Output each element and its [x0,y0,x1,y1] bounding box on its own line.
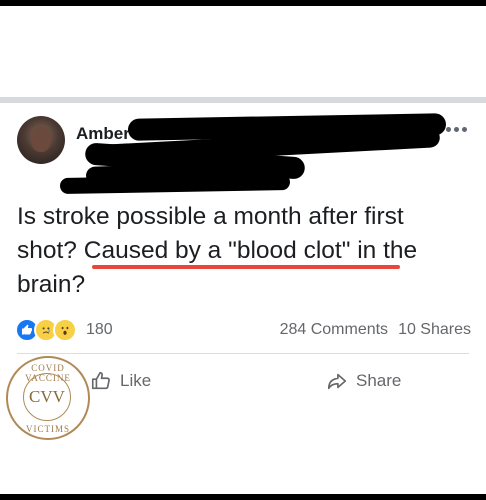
more-options-icon[interactable] [446,124,472,134]
post-line-2-pre: shot? [17,237,84,264]
like-button[interactable]: Like [90,370,151,392]
actions-divider [17,353,469,354]
author-name[interactable]: Amber [76,124,130,144]
avatar-face [31,126,51,152]
reaction-count: 180 [86,321,113,338]
share-label: Share [356,371,402,390]
post-line-2-highlight: Caused by a "blood clot" [83,237,351,264]
post-line-2-post: in the [350,237,418,264]
dot [454,126,459,132]
bottom-border [0,494,486,500]
dot [462,126,467,132]
engagement-counts: 284 Comments 10 Shares [280,321,471,339]
top-border [0,0,486,6]
dot [446,126,451,132]
thumbs-up-icon [91,371,110,390]
share-arrow-icon [327,373,347,390]
post-line-1: Is stroke possible a month after first [17,203,404,230]
highlight-underline [92,265,400,269]
watermark-bottom-text: VICTIMS [25,424,70,434]
shares-count[interactable]: 10 Shares [398,321,471,339]
like-label: Like [120,371,152,390]
card-top-divider [0,97,486,103]
comments-count[interactable]: 284 Comments [280,321,389,339]
redaction-scribble [59,173,291,195]
watermark-stamp: COVID VACCINE CVV VICTIMS [6,356,90,440]
share-button[interactable]: Share [326,370,401,392]
post-body: Is stroke possible a month after first s… [17,200,477,302]
avatar[interactable] [17,116,65,164]
post-line-3: brain? [17,271,86,298]
post-line-2: shot? Caused by a "blood clot" in the [17,234,477,268]
reactions-summary[interactable]: 180 [15,318,113,342]
wow-reaction-icon [53,318,77,342]
watermark-center: CVV [23,373,71,421]
